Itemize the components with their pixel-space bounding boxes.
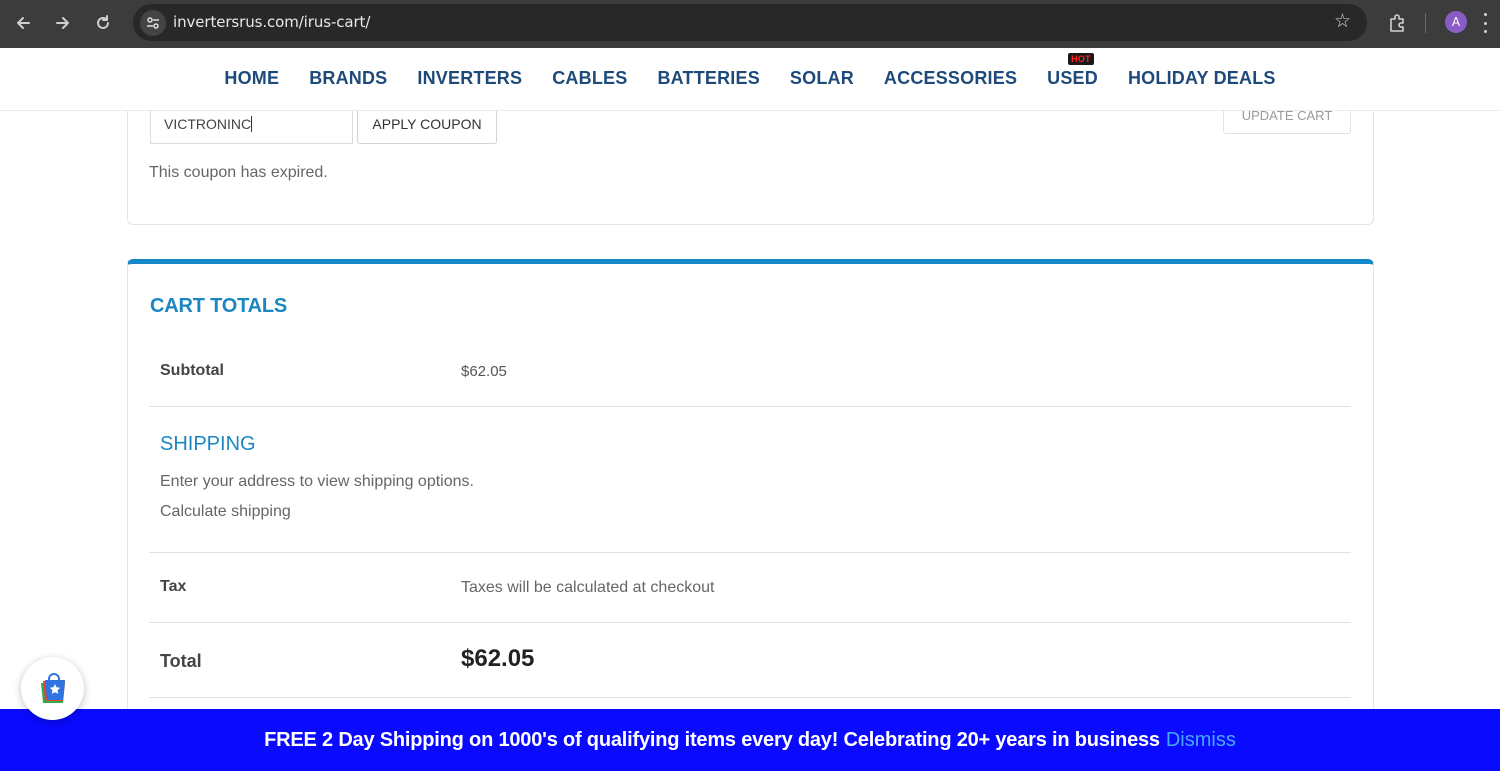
profile-avatar[interactable]: A bbox=[1445, 11, 1467, 33]
browser-toolbar: invertersrus.com/irus-cart/ ☆ A bbox=[0, 0, 1500, 48]
row-divider bbox=[149, 622, 1351, 623]
shop-badge-button[interactable] bbox=[21, 657, 84, 720]
coupon-code-value: VICTRONINC bbox=[164, 116, 252, 132]
site-navigation: HOME BRANDS INVERTERS CABLES BATTERIES S… bbox=[0, 48, 1500, 111]
row-divider bbox=[149, 697, 1351, 698]
bookmark-star-icon[interactable]: ☆ bbox=[1334, 10, 1351, 32]
subtotal-label: Subtotal bbox=[160, 362, 224, 379]
tax-label: Tax bbox=[160, 578, 187, 595]
subtotal-value: $62.05 bbox=[461, 363, 507, 380]
row-divider bbox=[149, 552, 1351, 553]
text-cursor bbox=[251, 116, 253, 132]
coupon-error-message: This coupon has expired. bbox=[149, 164, 328, 181]
url-text: invertersrus.com/irus-cart/ bbox=[173, 13, 371, 31]
tax-value: Taxes will be calculated at checkout bbox=[461, 579, 715, 596]
nav-cables[interactable]: CABLES bbox=[537, 68, 642, 89]
address-bar[interactable]: invertersrus.com/irus-cart/ ☆ bbox=[133, 4, 1367, 41]
forward-icon[interactable] bbox=[49, 9, 77, 37]
cart-totals-title: CART TOTALS bbox=[150, 295, 288, 317]
nav-inverters[interactable]: INVERTERS bbox=[402, 68, 537, 89]
total-label: Total bbox=[160, 651, 202, 671]
back-icon[interactable] bbox=[9, 9, 37, 37]
nav-batteries[interactable]: BATTERIES bbox=[642, 68, 774, 89]
shipping-title: SHIPPING bbox=[160, 433, 256, 455]
shopping-bag-star-icon bbox=[40, 672, 65, 703]
reload-icon[interactable] bbox=[89, 9, 117, 37]
cart-totals-card bbox=[127, 259, 1374, 771]
nav-used-item[interactable]: USED HOT bbox=[1032, 53, 1113, 89]
shipping-note: Enter your address to view shipping opti… bbox=[160, 473, 474, 490]
dismiss-link[interactable]: Dismiss bbox=[1166, 729, 1236, 752]
nav-brands[interactable]: BRANDS bbox=[294, 68, 402, 89]
hot-badge: HOT bbox=[1068, 53, 1094, 65]
total-value: $62.05 bbox=[461, 645, 535, 672]
toolbar-divider bbox=[1425, 13, 1426, 33]
promo-text: FREE 2 Day Shipping on 1000's of qualify… bbox=[264, 728, 1160, 751]
nav-solar[interactable]: SOLAR bbox=[775, 68, 869, 89]
menu-icon[interactable] bbox=[1484, 13, 1488, 33]
nav-home[interactable]: HOME bbox=[209, 68, 294, 89]
nav-holiday-deals[interactable]: HOLIDAY DEALS bbox=[1113, 68, 1291, 89]
calculate-shipping-link[interactable]: Calculate shipping bbox=[160, 503, 291, 521]
nav-accessories[interactable]: ACCESSORIES bbox=[869, 68, 1032, 89]
row-divider bbox=[149, 406, 1351, 407]
nav-used[interactable]: USED bbox=[1047, 68, 1098, 88]
promo-banner: FREE 2 Day Shipping on 1000's of qualify… bbox=[0, 709, 1500, 771]
extensions-icon[interactable] bbox=[1384, 10, 1410, 36]
site-info-icon[interactable] bbox=[140, 10, 166, 36]
